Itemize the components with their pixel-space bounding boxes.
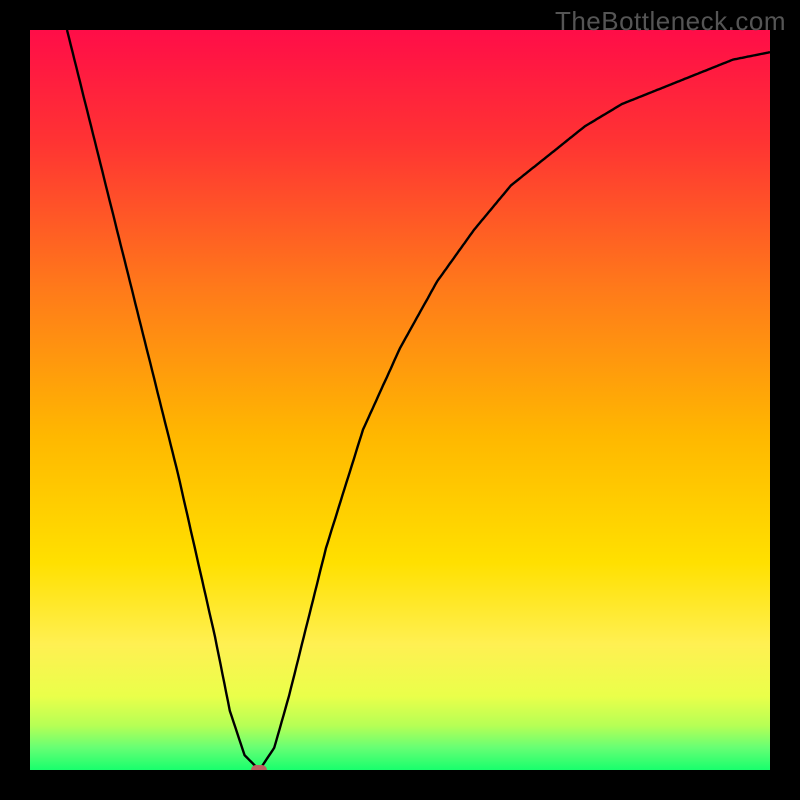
gradient-background [30, 30, 770, 770]
plot-area [30, 30, 770, 770]
watermark: TheBottleneck.com [555, 6, 786, 37]
chart-frame: TheBottleneck.com [0, 0, 800, 800]
minimum-marker [251, 765, 267, 770]
chart-svg [30, 30, 770, 770]
